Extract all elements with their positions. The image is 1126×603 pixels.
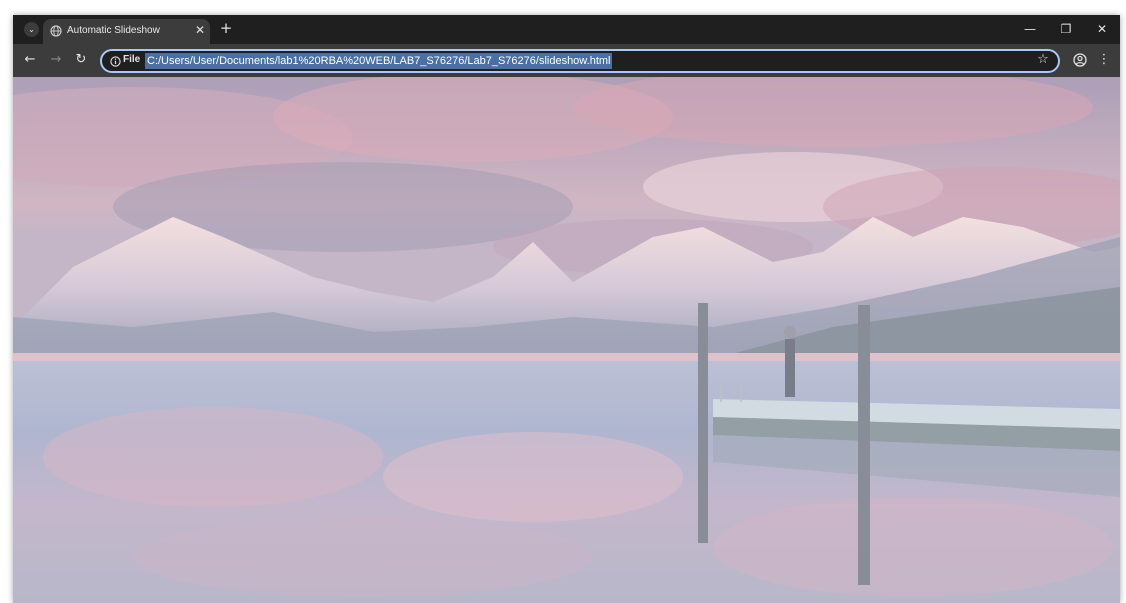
restore-button[interactable]: ❐ [1048, 15, 1084, 44]
tab-title: Automatic Slideshow [67, 25, 160, 36]
browser-window: ⌄ Automatic Slideshow ✕ + — ❐ ✕ ← → ↻ Fi… [13, 15, 1120, 603]
reload-button[interactable]: ↻ [73, 52, 89, 68]
page-viewport [13, 77, 1120, 603]
scheme-label[interactable]: File [123, 54, 140, 65]
tab-automatic-slideshow[interactable]: Automatic Slideshow ✕ [43, 19, 210, 44]
address-bar[interactable]: File C:/Users/User/Documents/lab1%20RBA%… [100, 49, 1060, 73]
more-menu-icon[interactable]: ⋮ [1096, 52, 1112, 68]
slideshow-image [13, 77, 1120, 603]
minimize-button[interactable]: — [1012, 15, 1048, 44]
forward-button[interactable]: → [48, 52, 64, 68]
globe-icon [50, 25, 62, 37]
tab-close-icon[interactable]: ✕ [193, 23, 207, 37]
bookmark-star-icon[interactable]: ☆ [1035, 52, 1051, 68]
close-window-button[interactable]: ✕ [1084, 15, 1120, 44]
new-tab-button[interactable]: + [218, 20, 234, 36]
back-button[interactable]: ← [22, 52, 38, 68]
window-controls: — ❐ ✕ [1012, 15, 1120, 44]
tab-search-button[interactable]: ⌄ [24, 22, 39, 37]
url-text[interactable]: C:/Users/User/Documents/lab1%20RBA%20WEB… [145, 53, 613, 69]
profile-icon[interactable] [1072, 52, 1088, 68]
browser-toolbar: ← → ↻ File C:/Users/User/Documents/lab1%… [13, 44, 1120, 77]
tab-strip: ⌄ Automatic Slideshow ✕ + — ❐ ✕ [13, 15, 1120, 44]
info-icon[interactable] [110, 56, 121, 67]
